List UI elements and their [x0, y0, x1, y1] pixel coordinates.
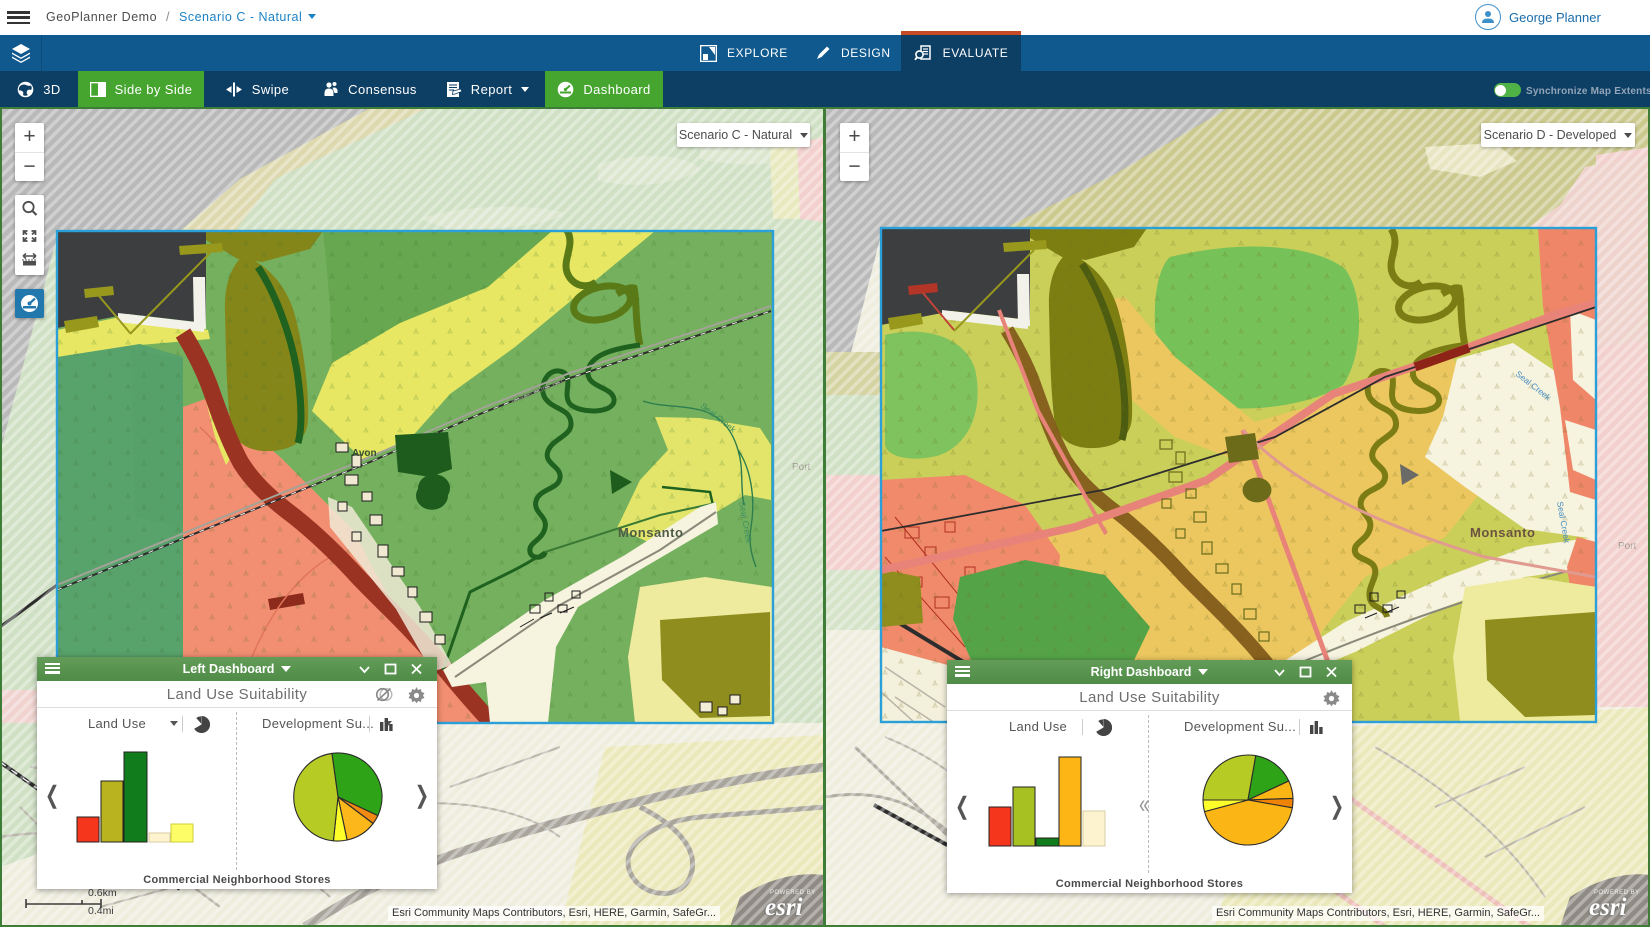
svg-text:Monsanto: Monsanto: [618, 525, 683, 540]
svg-text:Monsanto: Monsanto: [1470, 525, 1535, 540]
svg-text:Avon: Avon: [352, 448, 377, 459]
